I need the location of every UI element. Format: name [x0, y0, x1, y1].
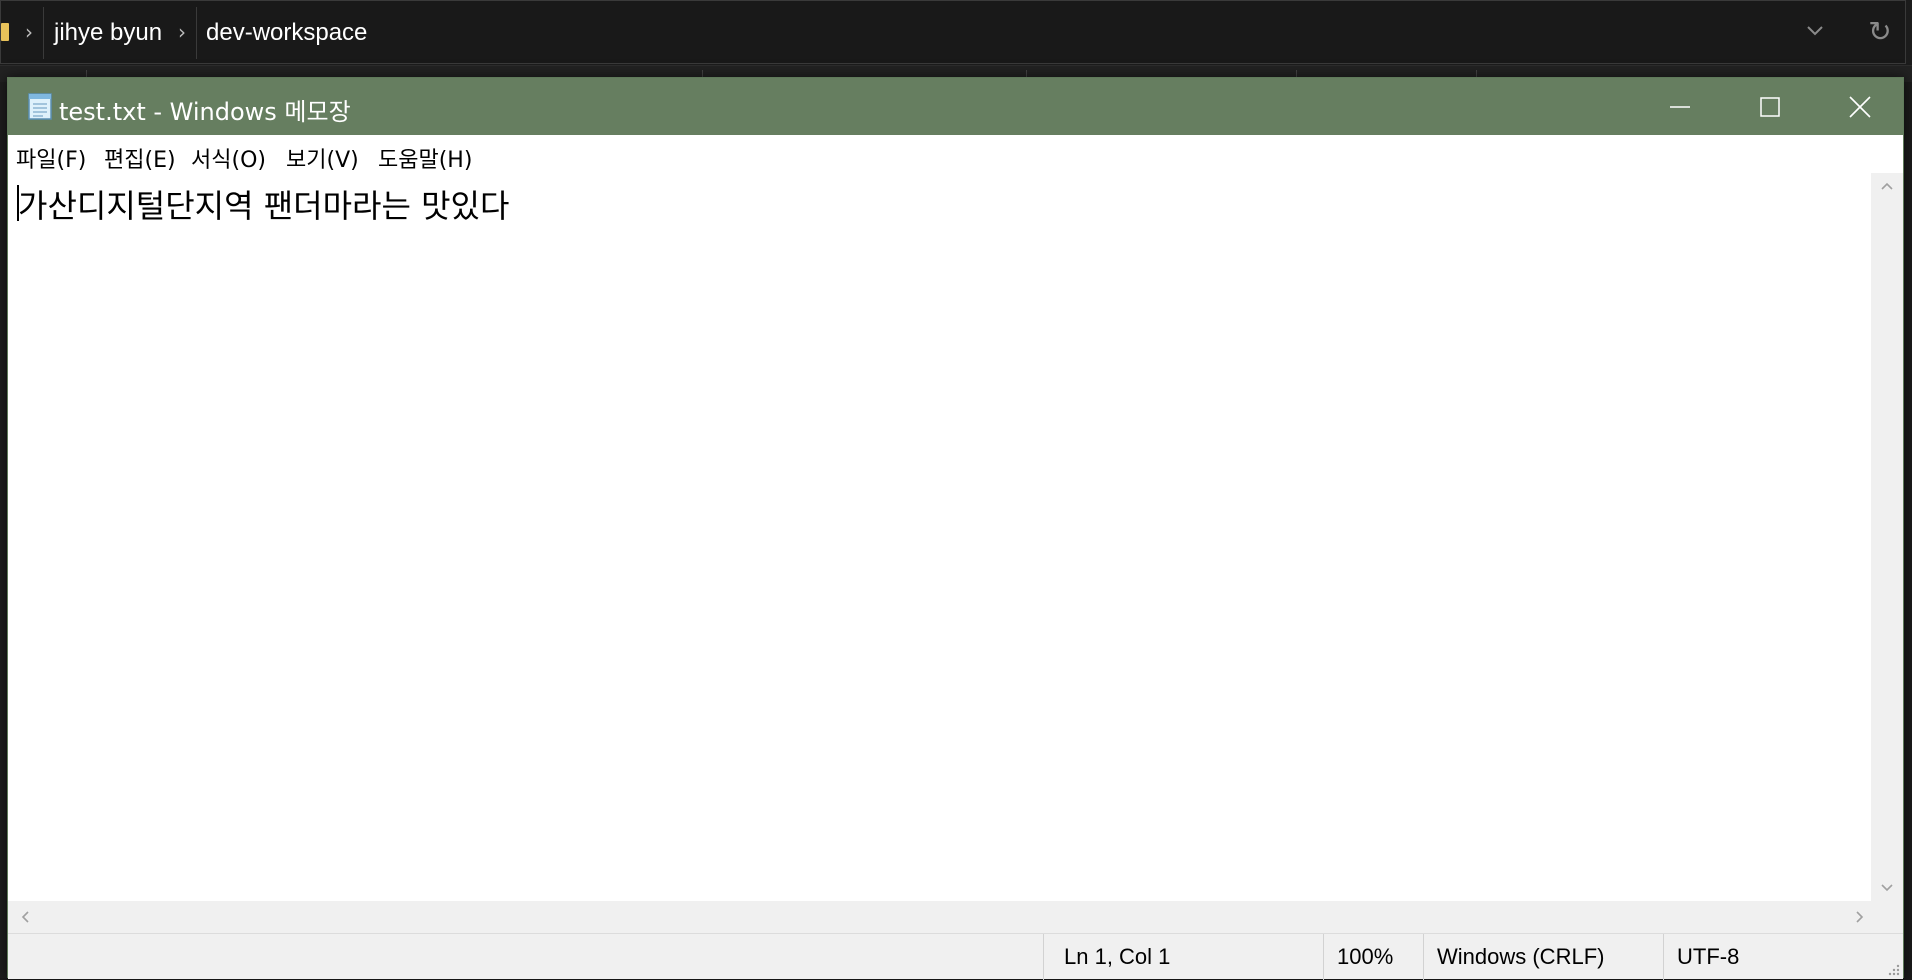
horizontal-scrollbar[interactable]: [8, 901, 1871, 933]
zoom-level: 100%: [1337, 944, 1394, 969]
status-divider: [1043, 934, 1044, 980]
breadcrumb-dev-workspace[interactable]: dev-workspace: [206, 19, 367, 47]
explorer-address-bar: › jihye byun › dev-workspace ↻: [0, 0, 1912, 66]
chevron-right-icon[interactable]: ›: [178, 20, 186, 44]
maximize-icon: [1760, 96, 1780, 117]
resize-grip-icon[interactable]: [1885, 961, 1901, 977]
address-box[interactable]: › jihye byun › dev-workspace ↻: [0, 0, 1906, 64]
scroll-left-icon[interactable]: [10, 908, 42, 931]
scroll-corner: [1871, 901, 1903, 933]
refresh-icon[interactable]: ↻: [1863, 15, 1897, 49]
title-bar[interactable]: test.txt - Windows 메모장: [8, 78, 1903, 135]
cursor-position: Ln 1, Col 1: [1064, 944, 1171, 969]
notepad-window: test.txt - Windows 메모장 파일(F) 편집(E) 서식(O)…: [7, 77, 1904, 980]
vertical-scrollbar[interactable]: [1871, 173, 1903, 901]
minimize-button[interactable]: [1635, 78, 1725, 135]
menu-edit[interactable]: 편집(E): [104, 142, 176, 174]
chevron-right-icon[interactable]: ›: [25, 20, 33, 44]
maximize-button[interactable]: [1725, 78, 1815, 135]
text-editor[interactable]: 가산디지털단지역 팬더마라는 맛있다: [8, 173, 1871, 901]
folder-icon: [1, 23, 9, 41]
status-divider: [1423, 934, 1424, 980]
crumb-divider: [43, 7, 44, 59]
breadcrumb-jihye-byun[interactable]: jihye byun: [54, 19, 162, 47]
status-divider: [1663, 934, 1664, 980]
encoding: UTF-8: [1677, 944, 1740, 969]
status-bar: Ln 1, Col 1 100% Windows (CRLF) UTF-8: [8, 933, 1903, 980]
scroll-down-icon[interactable]: [1871, 879, 1903, 902]
window-title: test.txt - Windows 메모장: [59, 98, 351, 126]
status-divider: [1323, 934, 1324, 980]
minimize-icon: [1670, 105, 1690, 108]
menu-file[interactable]: 파일(F): [16, 142, 86, 174]
menu-help[interactable]: 도움말(H): [378, 142, 472, 174]
notepad-icon: [28, 93, 52, 120]
document-content[interactable]: 가산디지털단지역 팬더마라는 맛있다: [18, 181, 509, 227]
close-button[interactable]: [1815, 78, 1905, 135]
line-ending: Windows (CRLF): [1437, 944, 1605, 969]
close-icon: [1849, 95, 1871, 118]
crumb-divider: [196, 7, 197, 59]
scroll-up-icon[interactable]: [1871, 177, 1903, 200]
menu-bar: 파일(F) 편집(E) 서식(O) 보기(V) 도움말(H): [8, 135, 1903, 173]
menu-format[interactable]: 서식(O): [191, 142, 266, 174]
chevron-down-icon[interactable]: [1801, 19, 1829, 47]
menu-view[interactable]: 보기(V): [286, 142, 359, 174]
